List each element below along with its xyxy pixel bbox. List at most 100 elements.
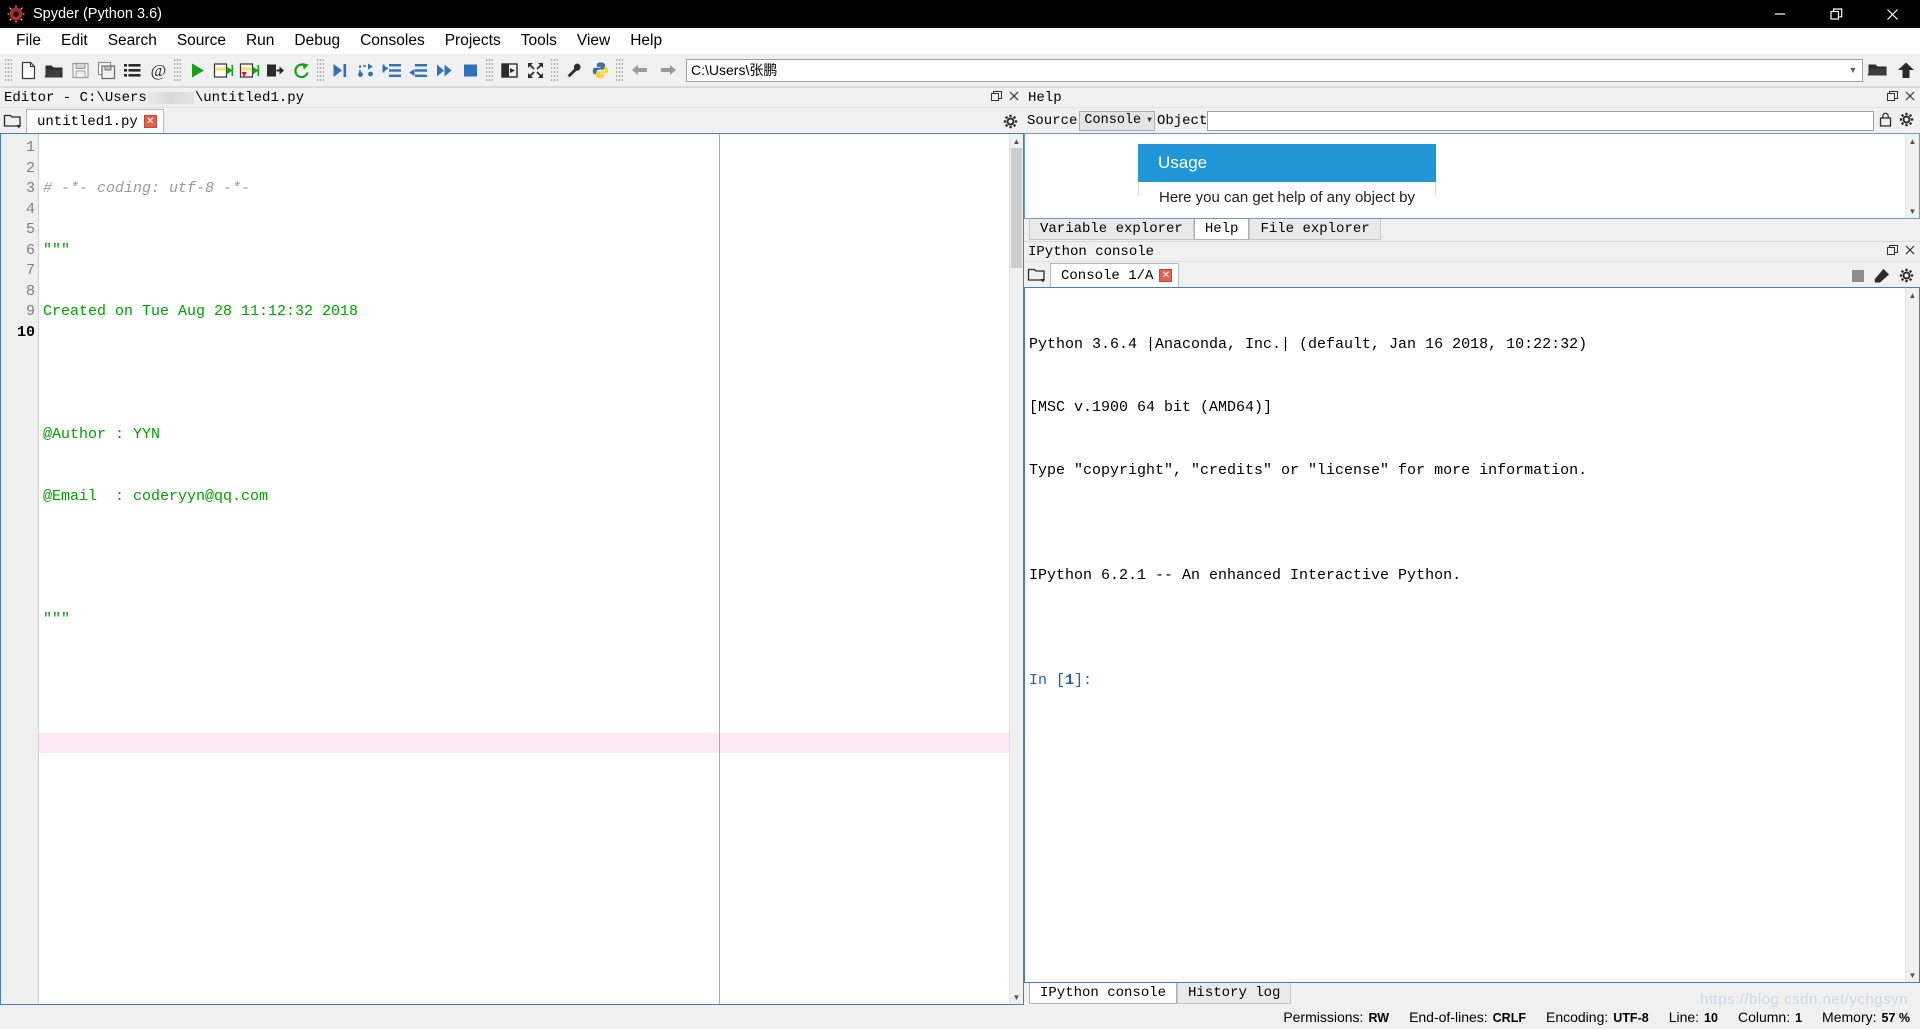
file-list-icon[interactable] — [119, 57, 145, 83]
help-title-label: Help — [1028, 89, 1062, 106]
menu-tools[interactable]: Tools — [511, 30, 567, 52]
code-area[interactable]: # -*- coding: utf-8 -*- """ Created on T… — [39, 134, 1009, 1004]
run-file-icon[interactable] — [184, 57, 210, 83]
chevron-down-icon[interactable]: ▼ — [1844, 65, 1862, 75]
prompt-prefix: In [ — [1029, 672, 1066, 689]
tab-file-explorer[interactable]: File explorer — [1249, 219, 1381, 240]
close-button[interactable] — [1864, 0, 1920, 28]
menu-debug[interactable]: Debug — [284, 30, 350, 52]
open-file-icon[interactable] — [41, 57, 67, 83]
menu-search[interactable]: Search — [98, 30, 167, 52]
close-icon[interactable] — [1905, 91, 1915, 104]
re-run-cell-icon[interactable] — [288, 57, 314, 83]
working-directory-path[interactable]: C:\Users\张鹏 ▼ — [686, 58, 1863, 82]
browse-tabs-icon[interactable] — [0, 108, 26, 133]
toolbar-grip-debug[interactable] — [317, 58, 324, 82]
save-all-icon[interactable] — [93, 57, 119, 83]
undock-icon[interactable] — [991, 90, 1002, 105]
console-output: Python 3.6.4 |Anaconda, Inc.| (default, … — [1025, 288, 1905, 982]
toolbar-grip-tools[interactable] — [551, 58, 558, 82]
toolbar-grip[interactable] — [5, 58, 12, 82]
toolbar-grip-run[interactable] — [174, 58, 181, 82]
right-column: Help Source Console ▼ Object Usage Here … — [1024, 87, 1920, 1005]
menu-view[interactable]: View — [567, 30, 620, 52]
console-scroll-track[interactable] — [1906, 302, 1919, 968]
options-gear-icon[interactable] — [1899, 268, 1914, 285]
debug-continue-icon[interactable] — [431, 57, 457, 83]
menu-help[interactable]: Help — [620, 30, 672, 52]
toolbar-grip-nav[interactable] — [616, 58, 623, 82]
help-content[interactable]: Usage Here you can get help of any objec… — [1024, 133, 1920, 219]
console-input-prompt[interactable]: In [1]: — [1029, 670, 1905, 691]
tab-variable-explorer[interactable]: Variable explorer — [1029, 219, 1194, 240]
scroll-down-icon[interactable]: ▼ — [1906, 968, 1919, 982]
line-number: 4 — [25, 200, 35, 218]
line-number-current: 10 — [16, 323, 35, 341]
maximize-pane-icon[interactable] — [496, 57, 522, 83]
menu-run[interactable]: Run — [236, 30, 284, 52]
back-arrow-icon[interactable] — [626, 57, 654, 83]
editor-body[interactable]: 1 2 3 4 5 6 7 8 9 10 # -*- coding: utf-8… — [0, 133, 1024, 1005]
lock-icon[interactable] — [1879, 112, 1892, 129]
menu-projects[interactable]: Projects — [435, 30, 511, 52]
preferences-icon[interactable] — [561, 57, 587, 83]
options-gear-icon[interactable] — [1899, 112, 1914, 129]
scroll-up-icon[interactable]: ▲ — [1906, 134, 1919, 148]
interrupt-kernel-icon[interactable] — [1851, 269, 1865, 285]
run-cell-advance-icon[interactable] — [236, 57, 262, 83]
run-cell-icon[interactable] — [210, 57, 236, 83]
console-tab-close-icon[interactable]: ✕ — [1159, 269, 1173, 282]
status-line: Line: 10 — [1669, 1009, 1718, 1025]
remove-all-variables-icon[interactable] — [1874, 268, 1890, 285]
close-icon[interactable] — [1009, 91, 1019, 104]
object-input[interactable] — [1207, 110, 1874, 131]
editor-scroll-track[interactable] — [1010, 148, 1023, 990]
menu-source[interactable]: Source — [167, 30, 236, 52]
maximize-button[interactable] — [1808, 0, 1864, 28]
debug-file-icon[interactable] — [327, 57, 353, 83]
close-icon[interactable] — [1905, 245, 1915, 258]
menu-file[interactable]: File — [6, 30, 51, 52]
parent-directory-icon[interactable] — [1892, 57, 1920, 83]
code-line-current — [39, 732, 1009, 753]
open-directory-icon[interactable] — [1864, 57, 1892, 83]
editor-tab-close-icon[interactable]: ✕ — [143, 115, 157, 128]
editor-scroll-thumb[interactable] — [1011, 148, 1022, 268]
debug-step-over-icon[interactable] — [353, 57, 379, 83]
code-line: # -*- coding: utf-8 -*- — [43, 180, 251, 197]
undock-icon[interactable] — [1887, 244, 1898, 259]
menu-edit[interactable]: Edit — [51, 30, 98, 52]
undock-icon[interactable] — [1887, 90, 1898, 105]
menu-consoles[interactable]: Consoles — [350, 30, 435, 52]
debug-step-return-icon[interactable] — [405, 57, 431, 83]
scroll-up-icon[interactable]: ▲ — [1906, 288, 1919, 302]
new-file-icon[interactable] — [15, 57, 41, 83]
help-scrollbar[interactable]: ▲ ▼ — [1905, 134, 1919, 218]
source-select[interactable]: Console ▼ — [1079, 110, 1155, 131]
debug-step-into-icon[interactable] — [379, 57, 405, 83]
scroll-down-icon[interactable]: ▼ — [1010, 990, 1023, 1004]
help-scroll-track[interactable] — [1906, 148, 1919, 204]
console-tab-1a[interactable]: Console 1/A ✕ — [1050, 263, 1180, 287]
browse-tabs-icon[interactable] — [1024, 262, 1050, 287]
save-file-icon[interactable] — [67, 57, 93, 83]
console-line: Python 3.6.4 |Anaconda, Inc.| (default, … — [1029, 336, 1588, 353]
minimize-button[interactable] — [1752, 0, 1808, 28]
run-selection-icon[interactable] — [262, 57, 288, 83]
tab-help[interactable]: Help — [1193, 219, 1250, 240]
toolbar-grip-layout[interactable] — [486, 58, 493, 82]
tab-history-log[interactable]: History log — [1177, 983, 1292, 1004]
scroll-up-icon[interactable]: ▲ — [1010, 134, 1023, 148]
options-gear-icon[interactable] — [1003, 114, 1018, 131]
console-scrollbar[interactable]: ▲ ▼ — [1905, 288, 1919, 982]
debug-stop-icon[interactable] — [457, 57, 483, 83]
fullscreen-icon[interactable] — [522, 57, 548, 83]
forward-arrow-icon[interactable] — [654, 57, 682, 83]
editor-scrollbar[interactable]: ▲ ▼ — [1009, 134, 1023, 1004]
editor-tab-untitled1[interactable]: untitled1.py ✕ — [26, 109, 164, 133]
scroll-down-icon[interactable]: ▼ — [1906, 204, 1919, 218]
console-body[interactable]: Python 3.6.4 |Anaconda, Inc.| (default, … — [1024, 287, 1920, 983]
tab-ipython-console[interactable]: IPython console — [1029, 983, 1178, 1004]
pythonpath-manager-icon[interactable] — [587, 57, 613, 83]
at-sign-icon[interactable]: @ — [145, 57, 171, 83]
